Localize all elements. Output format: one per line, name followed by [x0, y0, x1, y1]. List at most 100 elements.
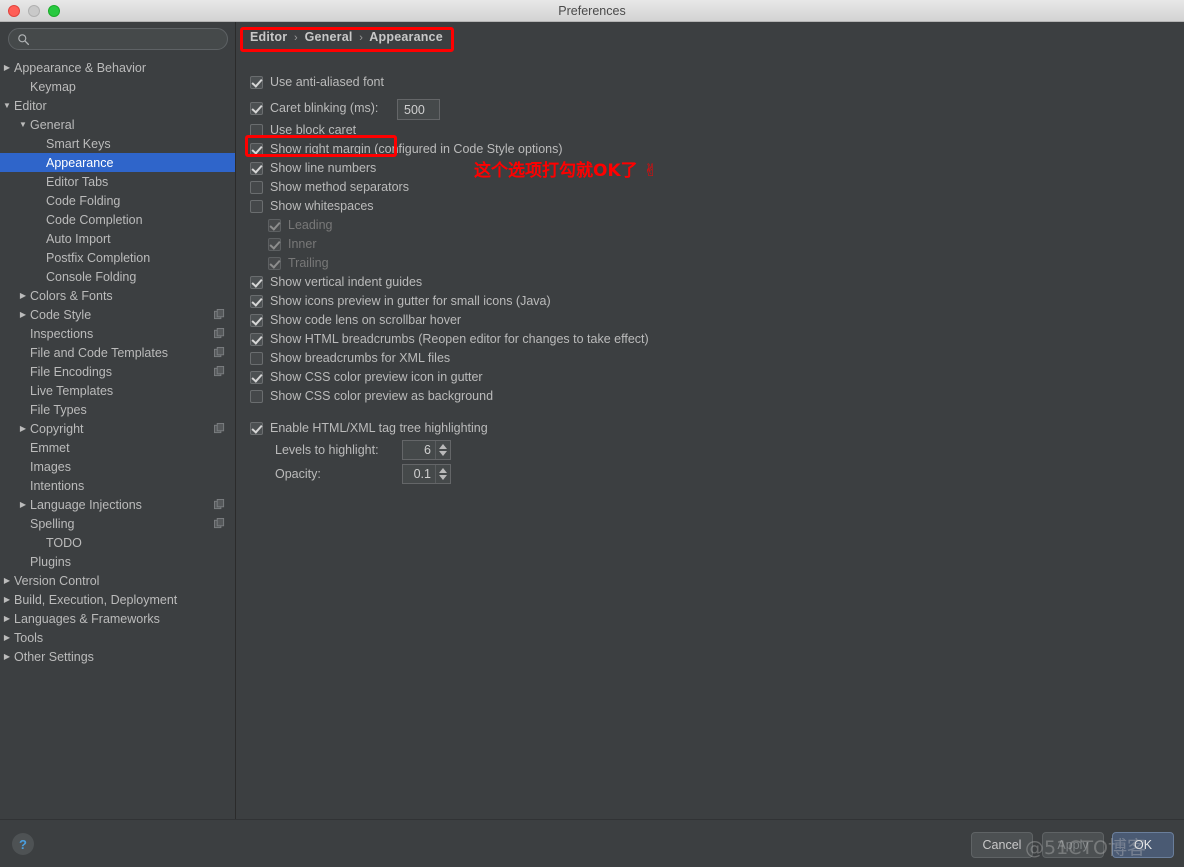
chevron-right-icon[interactable]: ▶ [18, 500, 28, 510]
checkbox-checked-icon[interactable] [250, 142, 263, 156]
option-row-show-right-margin-configured-in-code-style-optio[interactable]: Show right margin (configured in Code St… [250, 142, 563, 156]
option-row-show-line-numbers[interactable]: Show line numbers [250, 161, 376, 175]
sidebar-item-code-completion[interactable]: Code Completion [0, 210, 235, 229]
checkbox-unchecked-icon[interactable] [250, 199, 263, 213]
option-row-use-block-caret[interactable]: Use block caret [250, 123, 356, 137]
sidebar-item-live-templates[interactable]: Live Templates [0, 381, 235, 400]
sidebar-item-tools[interactable]: ▶ Tools [0, 628, 235, 647]
checkbox-unchecked-icon[interactable] [250, 180, 263, 194]
search-input[interactable] [34, 29, 222, 49]
checkbox-unchecked-icon[interactable] [250, 389, 263, 403]
ok-button[interactable]: OK [1112, 832, 1174, 858]
stepper-arrows[interactable] [435, 465, 450, 483]
chevron-right-icon[interactable]: ▶ [18, 291, 28, 301]
sidebar-item-editor[interactable]: ▼ Editor [0, 96, 235, 115]
close-window-icon[interactable] [8, 5, 20, 17]
option-row-show-html-breadcrumbs-reopen-editor-for-changes-[interactable]: Show HTML breadcrumbs (Reopen editor for… [250, 332, 649, 346]
sidebar-item-general[interactable]: ▼ General [0, 115, 235, 134]
option-row-leading[interactable]: Leading [268, 218, 333, 232]
chevron-right-icon[interactable]: ▶ [2, 63, 12, 73]
checkbox-checked-icon[interactable] [250, 370, 263, 384]
sidebar-item-languages-frameworks[interactable]: ▶ Languages & Frameworks [0, 609, 235, 628]
option-row-show-breadcrumbs-for-xml-files[interactable]: Show breadcrumbs for XML files [250, 351, 450, 365]
checkbox-unchecked-icon[interactable] [250, 351, 263, 365]
chevron-down-icon[interactable]: ▼ [2, 101, 12, 111]
opacity-stepper[interactable] [402, 464, 451, 484]
sidebar-item-inspections[interactable]: Inspections [0, 324, 235, 343]
option-row-show-whitespaces[interactable]: Show whitespaces [250, 199, 374, 213]
checkbox-checked-icon[interactable] [250, 101, 263, 115]
sidebar-item-keymap[interactable]: Keymap [0, 77, 235, 96]
sidebar-item-version-control[interactable]: ▶ Version Control [0, 571, 235, 590]
chevron-right-icon[interactable]: ▶ [2, 595, 12, 605]
sidebar-item-appearance[interactable]: Appearance [0, 153, 235, 172]
option-row-use-anti-aliased-font[interactable]: Use anti-aliased font [250, 75, 384, 89]
sidebar-item-console-folding[interactable]: Console Folding [0, 267, 235, 286]
cancel-button[interactable]: Cancel [971, 832, 1033, 858]
chevron-up-icon[interactable] [439, 444, 447, 449]
chevron-right-icon[interactable]: ▶ [2, 614, 12, 624]
checkbox-checked-icon[interactable] [250, 421, 263, 435]
minimize-window-icon[interactable] [28, 5, 40, 17]
sidebar-item-images[interactable]: Images [0, 457, 235, 476]
sidebar-item-copyright[interactable]: ▶ Copyright [0, 419, 235, 438]
sidebar-item-language-injections[interactable]: ▶ Language Injections [0, 495, 235, 514]
checkbox-checked-icon[interactable] [250, 332, 263, 346]
zoom-window-icon[interactable] [48, 5, 60, 17]
sidebar-item-file-encodings[interactable]: File Encodings [0, 362, 235, 381]
stepper-arrows[interactable] [435, 441, 450, 459]
chevron-right-icon[interactable]: ▶ [2, 576, 12, 586]
option-row-show-code-lens-on-scrollbar-hover[interactable]: Show code lens on scrollbar hover [250, 313, 461, 327]
sidebar-item-editor-tabs[interactable]: Editor Tabs [0, 172, 235, 191]
apply-button[interactable]: Apply [1042, 832, 1104, 858]
sidebar-item-code-folding[interactable]: Code Folding [0, 191, 235, 210]
option-row-show-method-separators[interactable]: Show method separators [250, 180, 409, 194]
checkbox-checked-icon[interactable] [250, 275, 263, 289]
chevron-right-icon[interactable]: ▶ [2, 652, 12, 662]
sidebar-item-spelling[interactable]: Spelling [0, 514, 235, 533]
sidebar-item-file-and-code-templates[interactable]: File and Code Templates [0, 343, 235, 362]
sidebar-item-intentions[interactable]: Intentions [0, 476, 235, 495]
option-row-trailing[interactable]: Trailing [268, 256, 329, 270]
chevron-up-icon[interactable] [439, 468, 447, 473]
option-row-show-css-color-preview-as-background[interactable]: Show CSS color preview as background [250, 389, 493, 403]
sidebar-item-smart-keys[interactable]: Smart Keys [0, 134, 235, 153]
chevron-right-icon[interactable]: ▶ [18, 310, 28, 320]
option-row-show-css-color-preview-icon-in-gutter[interactable]: Show CSS color preview icon in gutter [250, 370, 483, 384]
search-box[interactable] [8, 28, 228, 50]
option-row-caret-blinking-ms[interactable]: Caret blinking (ms): [250, 101, 378, 115]
checkbox-checked-icon[interactable] [268, 256, 281, 270]
caret-blinking-input[interactable] [397, 99, 440, 120]
sidebar-item-colors-fonts[interactable]: ▶ Colors & Fonts [0, 286, 235, 305]
breadcrumb-root[interactable]: Editor [250, 30, 287, 44]
chevron-down-icon[interactable] [439, 451, 447, 456]
checkbox-checked-icon[interactable] [250, 161, 263, 175]
option-row-enable-html-xml-tag-tree-highlighting[interactable]: Enable HTML/XML tag tree highlighting [250, 421, 488, 435]
sidebar-item-todo[interactable]: TODO [0, 533, 235, 552]
breadcrumb-mid[interactable]: General [305, 30, 353, 44]
option-row-inner[interactable]: Inner [268, 237, 317, 251]
chevron-right-icon[interactable]: ▶ [2, 633, 12, 643]
sidebar-item-build-execution-deployment[interactable]: ▶ Build, Execution, Deployment [0, 590, 235, 609]
option-row-show-vertical-indent-guides[interactable]: Show vertical indent guides [250, 275, 422, 289]
checkbox-checked-icon[interactable] [268, 237, 281, 251]
help-button[interactable]: ? [12, 833, 34, 855]
sidebar-item-postfix-completion[interactable]: Postfix Completion [0, 248, 235, 267]
opacity-value[interactable] [403, 465, 435, 483]
sidebar-item-file-types[interactable]: File Types [0, 400, 235, 419]
sidebar-item-other-settings[interactable]: ▶ Other Settings [0, 647, 235, 666]
checkbox-checked-icon[interactable] [250, 294, 263, 308]
levels-to-highlight-value[interactable] [403, 441, 435, 459]
chevron-down-icon[interactable]: ▼ [18, 120, 28, 130]
checkbox-checked-icon[interactable] [268, 218, 281, 232]
sidebar-item-plugins[interactable]: Plugins [0, 552, 235, 571]
sidebar-item-appearance-behavior[interactable]: ▶ Appearance & Behavior [0, 58, 235, 77]
chevron-down-icon[interactable] [439, 475, 447, 480]
sidebar-item-auto-import[interactable]: Auto Import [0, 229, 235, 248]
sidebar-item-emmet[interactable]: Emmet [0, 438, 235, 457]
levels-to-highlight-stepper[interactable] [402, 440, 451, 460]
checkbox-checked-icon[interactable] [250, 75, 263, 89]
sidebar-item-code-style[interactable]: ▶ Code Style [0, 305, 235, 324]
checkbox-checked-icon[interactable] [250, 313, 263, 327]
checkbox-unchecked-icon[interactable] [250, 123, 263, 137]
